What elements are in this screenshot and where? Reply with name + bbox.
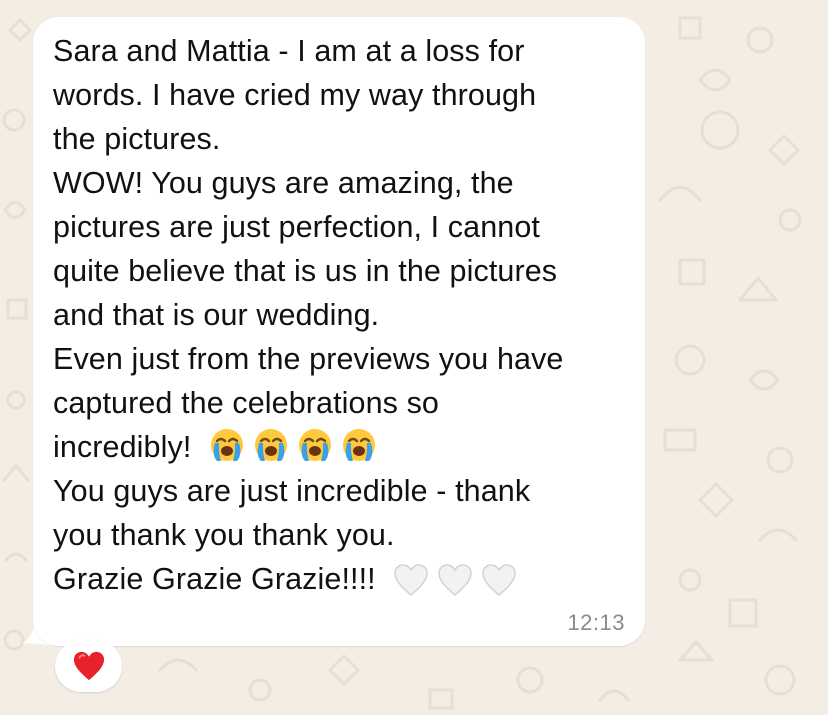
loudly-crying-face-icon: [298, 429, 331, 461]
message-text: Sara and Mattia - I am at a loss for wor…: [53, 29, 633, 601]
message-line: You guys are just incredible - thank: [53, 474, 531, 508]
message-line: Grazie Grazie Grazie!!!!: [53, 562, 376, 596]
red-heart-icon: [73, 651, 104, 681]
reaction-badge[interactable]: [55, 640, 122, 692]
loudly-crying-face-icon: [210, 429, 243, 461]
message-line: Sara and Mattia - I am at a loss for: [53, 34, 525, 68]
message-line: you thank you thank you.: [53, 518, 395, 552]
message-line-with-emojis: incredibly!: [53, 425, 633, 469]
message-line: incredibly!: [53, 430, 192, 464]
loudly-crying-face-icon: [342, 429, 375, 461]
message-line: quite believe that is us in the pictures: [53, 254, 558, 288]
message-line: Even just from the previews you have: [53, 342, 564, 376]
message-line: captured the celebrations so: [53, 386, 439, 420]
message-timestamp: 12:13: [567, 610, 625, 635]
white-heart-icon: [438, 564, 472, 596]
message-line: words. I have cried my way through: [53, 78, 537, 112]
message-line: pictures are just perfection, I cannot: [53, 210, 540, 244]
message-line-with-emojis: Grazie Grazie Grazie!!!!: [53, 557, 633, 601]
message-line: the pictures.: [53, 122, 221, 156]
white-heart-icon: [394, 564, 428, 596]
message-line: WOW! You guys are amazing, the: [53, 166, 514, 200]
white-heart-icon: [482, 564, 516, 596]
message-line: and that is our wedding.: [53, 298, 380, 332]
loudly-crying-face-icon: [254, 429, 287, 461]
message-bubble[interactable]: Sara and Mattia - I am at a loss for wor…: [33, 17, 645, 646]
